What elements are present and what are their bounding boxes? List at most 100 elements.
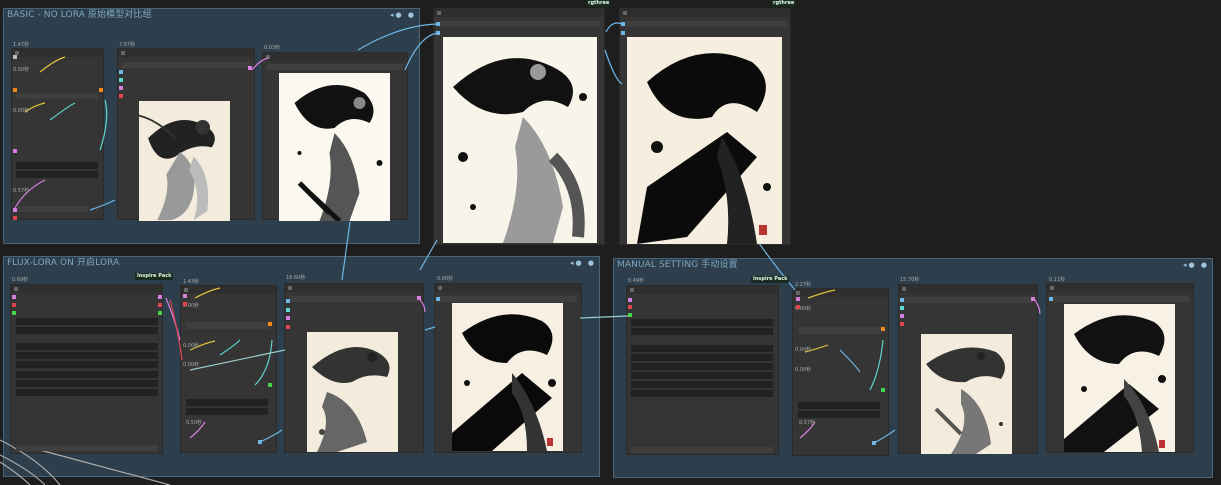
flux-image-1[interactable]	[307, 332, 398, 452]
output-port[interactable]	[12, 303, 16, 307]
widget-field[interactable]	[631, 390, 773, 397]
input-port[interactable]	[286, 325, 290, 329]
widget-field[interactable]	[631, 354, 773, 361]
loader-node[interactable]	[11, 48, 104, 220]
input-port[interactable]	[621, 31, 625, 35]
widget-field[interactable]	[122, 62, 250, 68]
compare-image-2[interactable]	[627, 37, 782, 244]
output-port[interactable]	[628, 313, 632, 317]
lora-node[interactable]	[180, 285, 277, 453]
group-flux-title: FLUX-LORA ON 开启LORA	[7, 258, 120, 268]
widget-field[interactable]	[16, 162, 98, 169]
widget-field[interactable]	[631, 363, 773, 370]
widget-field[interactable]	[186, 399, 268, 406]
input-port[interactable]	[900, 314, 904, 318]
output-port[interactable]	[158, 295, 162, 299]
widget-field[interactable]	[440, 21, 600, 27]
output-port[interactable]	[13, 55, 17, 59]
widget-field[interactable]	[798, 411, 880, 418]
output-port[interactable]	[881, 327, 885, 331]
group-controls-icon[interactable]: ◂● ●	[570, 259, 596, 267]
input-port[interactable]	[900, 298, 904, 302]
widget-field[interactable]	[631, 345, 773, 352]
output-port[interactable]	[248, 66, 252, 70]
input-port[interactable]	[119, 94, 123, 98]
widget-field[interactable]	[903, 297, 1033, 303]
output-port[interactable]	[881, 388, 885, 392]
widget-field[interactable]	[16, 380, 158, 387]
output-port[interactable]	[268, 383, 272, 387]
input-port[interactable]	[286, 308, 290, 312]
input-port[interactable]	[119, 78, 123, 82]
widget-field[interactable]	[186, 408, 268, 415]
group-controls-icon[interactable]: ◂● ●	[390, 11, 416, 19]
widget-field[interactable]	[16, 171, 98, 178]
widget-field[interactable]	[626, 21, 786, 27]
manual-image-2[interactable]	[1064, 304, 1175, 452]
input-port[interactable]	[436, 22, 440, 26]
node-timing: 0.00秒	[13, 67, 30, 73]
widget-field[interactable]	[186, 322, 270, 329]
widget-field[interactable]	[16, 318, 158, 325]
widget-field[interactable]	[631, 372, 773, 379]
widget-field[interactable]	[631, 447, 773, 453]
widget-field[interactable]	[631, 328, 773, 335]
output-port[interactable]	[13, 88, 17, 92]
output-port[interactable]	[12, 311, 16, 315]
widget-field[interactable]	[16, 352, 158, 359]
input-port[interactable]	[183, 302, 187, 306]
output-port[interactable]	[158, 303, 162, 307]
loader-node[interactable]	[626, 285, 779, 455]
basic-image-1[interactable]	[139, 101, 230, 221]
flux-image-2[interactable]	[452, 303, 563, 451]
loader-node[interactable]	[10, 284, 163, 454]
output-port[interactable]	[13, 208, 17, 212]
widget-field[interactable]	[631, 381, 773, 388]
output-port[interactable]	[872, 441, 876, 445]
widget-field[interactable]	[1051, 296, 1189, 302]
output-port[interactable]	[158, 311, 162, 315]
widget-field[interactable]	[631, 319, 773, 326]
output-port[interactable]	[268, 322, 272, 326]
widget-field[interactable]	[267, 64, 403, 70]
output-port[interactable]	[628, 298, 632, 302]
input-port[interactable]	[119, 86, 123, 90]
widget-field[interactable]	[289, 296, 419, 302]
basic-image-2[interactable]	[279, 73, 390, 221]
widget-field[interactable]	[16, 361, 158, 368]
input-port[interactable]	[796, 297, 800, 301]
input-port[interactable]	[286, 299, 290, 303]
manual-image-1[interactable]	[921, 334, 1012, 454]
widget-field[interactable]	[16, 343, 158, 350]
group-controls-icon[interactable]: ◂● ●	[1183, 261, 1209, 269]
widget-field[interactable]	[16, 327, 158, 334]
widget-field[interactable]	[16, 206, 88, 212]
output-port[interactable]	[99, 88, 103, 92]
node-timing: 0.03秒	[264, 45, 281, 51]
widget-field[interactable]	[16, 389, 158, 396]
input-port[interactable]	[1049, 297, 1053, 301]
output-port[interactable]	[13, 216, 17, 220]
widget-field[interactable]	[798, 402, 880, 409]
input-port[interactable]	[119, 70, 123, 74]
output-port[interactable]	[12, 295, 16, 299]
widget-field[interactable]	[798, 327, 882, 334]
input-port[interactable]	[621, 22, 625, 26]
output-port[interactable]	[628, 305, 632, 309]
input-port[interactable]	[436, 297, 440, 301]
input-port[interactable]	[900, 322, 904, 326]
input-port[interactable]	[183, 294, 187, 298]
output-port[interactable]	[1031, 297, 1035, 301]
output-port[interactable]	[258, 440, 262, 444]
input-port[interactable]	[900, 306, 904, 310]
widget-field[interactable]	[16, 371, 158, 378]
input-port[interactable]	[286, 316, 290, 320]
compare-image-1[interactable]	[443, 37, 597, 243]
widget-field[interactable]	[16, 445, 158, 451]
output-port[interactable]	[417, 296, 421, 300]
output-port[interactable]	[13, 149, 17, 153]
input-port[interactable]	[796, 305, 800, 309]
input-port[interactable]	[436, 31, 440, 35]
widget-field[interactable]	[439, 296, 577, 302]
widget-field[interactable]	[16, 93, 98, 99]
